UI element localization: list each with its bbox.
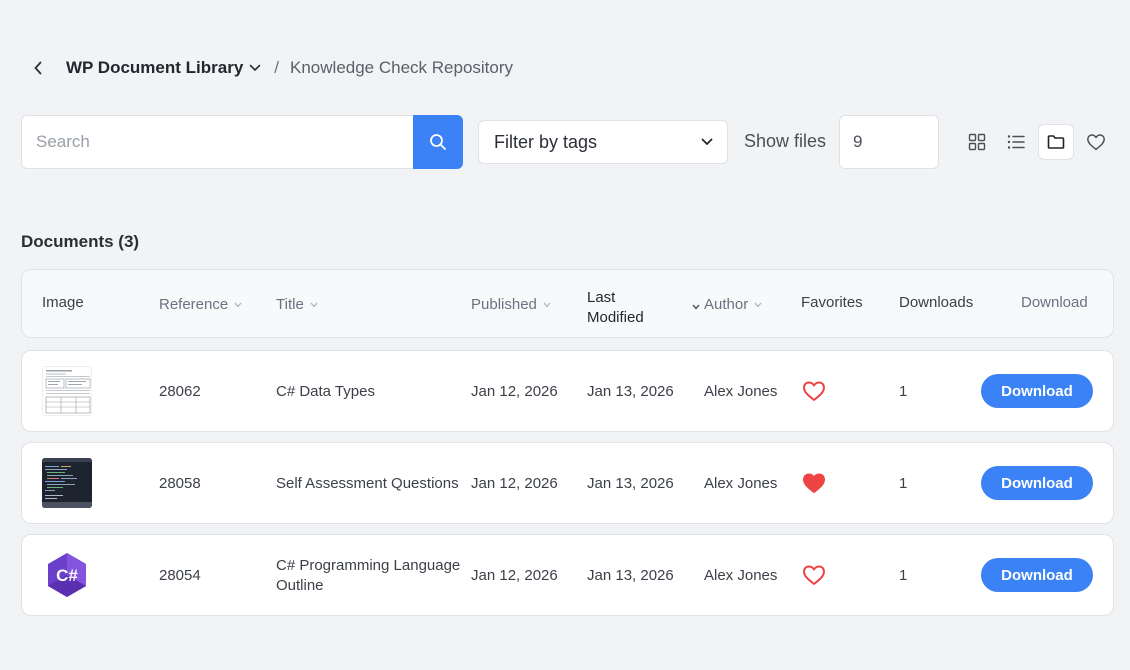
download-button[interactable]: Download <box>981 374 1093 408</box>
sort-chevron-icon <box>543 302 551 307</box>
downloads-count: 1 <box>899 383 908 400</box>
published-cell: Jan 12, 2026 <box>471 475 558 492</box>
column-header-last-modified[interactable]: Last Modified <box>587 288 644 328</box>
document-thumbnail[interactable] <box>42 366 92 416</box>
modified-cell: Jan 13, 2026 <box>587 475 674 492</box>
sort-chevron-icon <box>234 302 242 307</box>
folder-view-icon <box>1047 135 1065 149</box>
column-header-author-label: Author <box>704 296 749 313</box>
published-cell: Jan 12, 2026 <box>471 383 558 400</box>
downloads-count: 1 <box>899 475 908 492</box>
breadcrumb-separator: / <box>274 58 280 77</box>
grid-view-icon <box>968 133 986 151</box>
table-row: 28062 C# Data Types Jan 12, 2026 Jan 13,… <box>21 350 1114 432</box>
column-header-download: Download <box>1021 294 1088 311</box>
breadcrumb-root-label: WP Document Library <box>66 58 244 77</box>
heart-outline-icon <box>1087 134 1105 151</box>
column-header-last-modified-line1: Last <box>587 289 616 306</box>
column-header-image: Image <box>42 294 84 311</box>
reference-cell: 28058 <box>159 475 201 492</box>
modified-cell: Jan 13, 2026 <box>587 567 674 584</box>
column-header-last-modified-line2: Modified <box>587 309 644 326</box>
search-input[interactable] <box>21 115 413 169</box>
downloads-count: 1 <box>899 567 908 584</box>
download-button[interactable]: Download <box>981 466 1093 500</box>
table-row: C# 28054 C# Programming Language Outline… <box>21 534 1114 616</box>
list-view-button[interactable] <box>998 124 1034 160</box>
list-view-icon <box>1007 135 1025 149</box>
column-header-title[interactable]: Title <box>276 296 318 313</box>
document-preview-image <box>45 370 91 414</box>
column-header-published[interactable]: Published <box>471 296 551 313</box>
favorite-heart-outline-icon[interactable] <box>802 564 826 586</box>
author-cell: Alex Jones <box>704 567 778 584</box>
title-link[interactable]: C# Data Types <box>276 383 375 400</box>
show-files-label: Show files <box>744 131 827 151</box>
breadcrumb-current: Knowledge Check Repository <box>290 58 514 77</box>
column-header-downloads-label: Downloads <box>899 294 974 311</box>
title-line-2: Outline <box>276 577 324 594</box>
search-button[interactable] <box>413 115 463 169</box>
column-header-image-label: Image <box>42 294 84 311</box>
modified-cell: Jan 13, 2026 <box>587 383 674 400</box>
favorite-heart-outline-icon[interactable] <box>802 380 826 402</box>
grid-view-button[interactable] <box>959 124 995 160</box>
published-cell: Jan 12, 2026 <box>471 567 558 584</box>
title-link[interactable]: Self Assessment Questions <box>276 475 459 492</box>
column-header-reference-label: Reference <box>159 296 229 313</box>
favorite-heart-filled-icon[interactable] <box>802 472 826 494</box>
sort-chevron-icon <box>754 302 762 307</box>
chevron-down-icon <box>701 138 713 145</box>
reference-cell: 28062 <box>159 383 201 400</box>
search-bar <box>21 115 463 169</box>
chevron-down-icon <box>249 64 261 71</box>
csharp-logo-text: C# <box>56 566 78 585</box>
favorites-view-button[interactable] <box>1078 124 1114 160</box>
show-files-input[interactable] <box>839 115 939 169</box>
column-header-author[interactable]: Author <box>704 296 762 313</box>
author-cell: Alex Jones <box>704 475 778 492</box>
reference-cell: 28054 <box>159 567 201 584</box>
sort-chevron-icon <box>310 302 318 307</box>
column-header-title-label: Title <box>276 296 304 313</box>
chevron-left-icon <box>34 61 42 75</box>
column-header-favorites: Favorites <box>801 294 863 311</box>
csharp-logo-icon: C# <box>48 553 86 597</box>
back-button[interactable] <box>28 56 48 80</box>
column-header-downloads: Downloads <box>899 294 973 311</box>
csharp-logo-thumbnail[interactable]: C# <box>42 550 92 600</box>
download-button[interactable]: Download <box>981 558 1093 592</box>
documents-title: Documents (3) <box>21 232 140 251</box>
column-header-favorites-label: Favorites <box>801 294 863 311</box>
sort-chevron-icon <box>692 304 700 310</box>
table-header: Image Reference Title Published Last Mod… <box>21 269 1114 338</box>
breadcrumb-library-dropdown[interactable]: WP Document Library <box>66 58 261 78</box>
code-screenshot-thumbnail[interactable] <box>42 458 92 508</box>
folder-view-button[interactable] <box>1038 124 1074 160</box>
column-header-published-label: Published <box>471 296 537 313</box>
author-cell: Alex Jones <box>704 383 778 400</box>
filter-by-tags-label: Filter by tags <box>494 131 598 152</box>
search-icon <box>430 134 446 150</box>
column-header-reference[interactable]: Reference <box>159 296 242 313</box>
table-row: 28058 Self Assessment Questions Jan 12, … <box>21 442 1114 524</box>
title-link[interactable]: C# Programming Language Outline <box>276 556 460 596</box>
filter-by-tags-select[interactable]: Filter by tags <box>478 120 728 164</box>
column-header-download-label: Download <box>1021 294 1088 311</box>
code-preview-image <box>42 458 92 508</box>
title-line-1: C# Programming Language <box>276 557 461 574</box>
breadcrumb: WP Document Library / Knowledge Check Re… <box>28 56 513 80</box>
